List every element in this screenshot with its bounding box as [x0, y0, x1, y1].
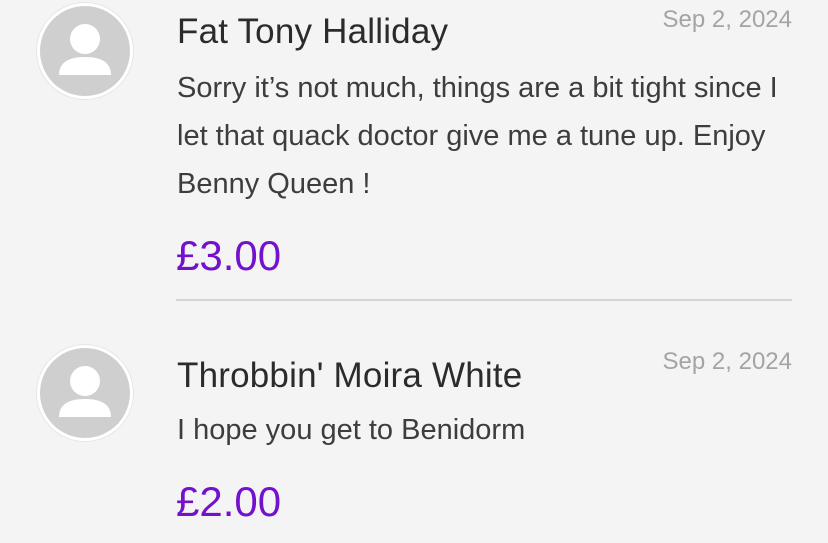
donation-date: Sep 2, 2024: [662, 348, 792, 375]
donation-message: I hope you get to Benidorm: [177, 414, 526, 446]
donation-message: Sorry it’s not much, things are a bit ti…: [177, 72, 778, 200]
avatar: [37, 345, 133, 441]
donor-name: Fat Tony Halliday: [177, 12, 449, 51]
donation-amount: £2.00: [176, 478, 282, 525]
donation-feed: Fat Tony Halliday Sep 2, 2024 Sorry it’s…: [0, 0, 828, 543]
donor-name: Throbbin' Moira White: [177, 356, 523, 395]
default-user-icon: [40, 348, 130, 438]
default-user-icon: [40, 6, 130, 96]
donation-date: Sep 2, 2024: [662, 6, 792, 33]
divider: [176, 299, 792, 301]
avatar: [37, 3, 133, 99]
donation-amount: £3.00: [176, 232, 282, 279]
